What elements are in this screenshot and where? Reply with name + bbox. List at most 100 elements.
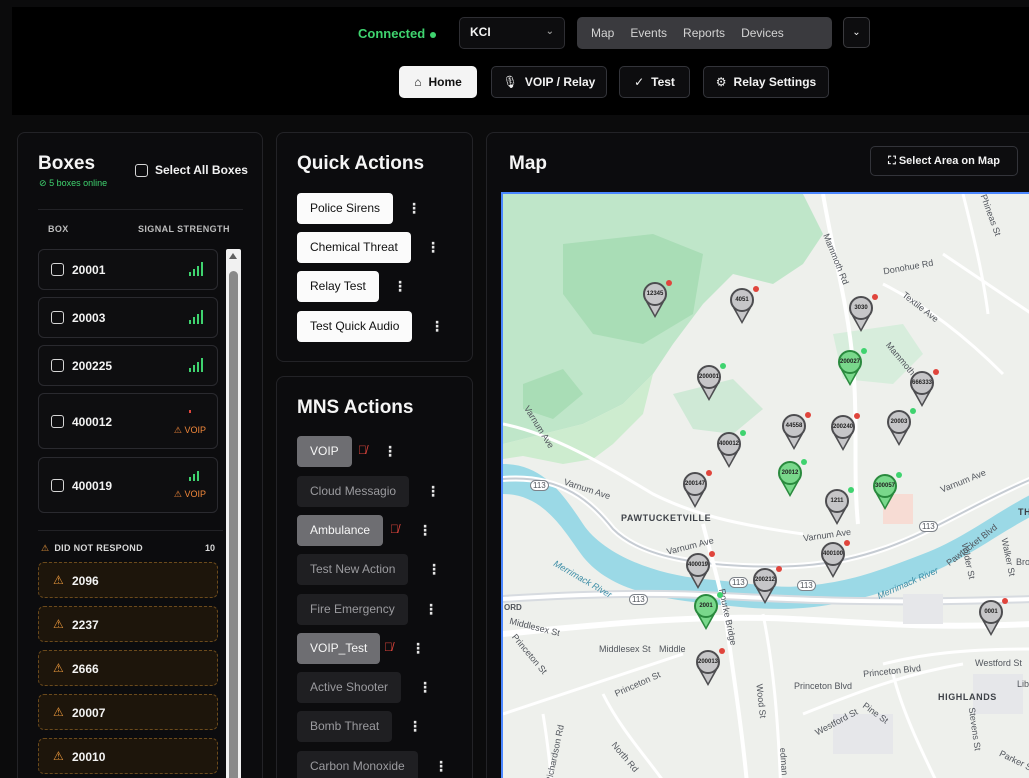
more-options-icon[interactable]: ⋮ — [418, 523, 432, 537]
checkbox-icon[interactable] — [51, 359, 64, 372]
map-pin[interactable]: 12345 — [643, 280, 672, 320]
connection-status-label: Connected — [358, 26, 426, 41]
route-shield: 113 — [729, 577, 748, 588]
warning-icon: ⚠ — [53, 573, 64, 587]
quick-action-police-sirens[interactable]: Police Sirens — [297, 193, 394, 224]
map-label-street: Libe — [1017, 679, 1029, 689]
did-not-respond-row[interactable]: ⚠ 20010 — [38, 738, 218, 774]
map-pin[interactable]: 44558 — [782, 412, 811, 452]
scroll-up-arrow-icon[interactable] — [229, 253, 237, 259]
mns-action-ambulance[interactable]: Ambulance — [297, 515, 384, 546]
more-options-icon[interactable]: ⋮ — [424, 602, 438, 616]
did-not-respond-row[interactable]: ⚠ 2666 — [38, 650, 218, 686]
box-row-400019[interactable]: 400019 ⚠ VOIP — [38, 457, 218, 513]
map-pin[interactable]: 200147 — [683, 470, 712, 510]
mns-action-bomb-threat[interactable]: Bomb Threat — [297, 711, 393, 742]
map-pin[interactable]: 200001 — [697, 363, 726, 403]
relay-settings-button[interactable]: ⚙ Relay Settings — [703, 66, 829, 98]
voip-relay-button[interactable]: 🎙 VOIP / Relay — [491, 66, 607, 98]
tab-map[interactable]: Map — [583, 17, 622, 49]
warning-icon: ⚠ — [53, 749, 64, 763]
test-button[interactable]: ✓ Test — [619, 66, 690, 98]
relay-settings-button-label: Relay Settings — [733, 75, 817, 89]
mns-action-voip-test[interactable]: VOIP_Test — [297, 633, 381, 664]
microphone-muted-icon: 🎙̸ — [358, 443, 367, 457]
checkbox-icon[interactable] — [51, 479, 64, 492]
warning-icon: ⚠ — [53, 617, 64, 631]
more-options-icon[interactable]: ⋮ — [430, 319, 444, 333]
tab-events[interactable]: Events — [622, 17, 675, 49]
location-select[interactable]: KCI ⌄ — [459, 17, 565, 49]
map-pin[interactable]: 400012 — [717, 430, 746, 470]
map-pin-id: 666333 — [910, 371, 934, 395]
quick-action-relay-test[interactable]: Relay Test — [297, 271, 379, 302]
scrollbar[interactable] — [226, 249, 241, 778]
mns-action-cloud-messagio[interactable]: Cloud Messagio — [297, 476, 410, 507]
tab-devices[interactable]: Devices — [733, 17, 792, 49]
box-id: 20001 — [72, 263, 106, 277]
select-all-checkbox[interactable]: Select All Boxes — [135, 163, 248, 177]
box-id: 200225 — [72, 359, 113, 373]
divider — [38, 209, 243, 210]
tab-reports[interactable]: Reports — [675, 17, 733, 49]
scrollbar-thumb[interactable] — [229, 271, 238, 778]
did-not-respond-row[interactable]: ⚠ 2096 — [38, 562, 218, 598]
map-pin[interactable]: 4051 — [730, 286, 759, 326]
checkbox-icon[interactable] — [51, 311, 64, 324]
map-pin-id: 1211 — [825, 489, 849, 513]
home-button[interactable]: ⌂ Home — [399, 66, 477, 98]
map-pin[interactable]: 300057 — [873, 472, 902, 512]
map-pin[interactable]: 200027 — [838, 348, 867, 388]
select-area-label: Select Area on Map — [898, 155, 1000, 167]
map-pin[interactable]: 20012 — [778, 459, 807, 499]
more-options-icon[interactable]: ⋮ — [411, 641, 425, 655]
map-pin[interactable]: 20003 — [887, 408, 916, 448]
select-area-button[interactable]: ⛶ Select Area on Map — [870, 146, 1018, 176]
more-options-icon[interactable]: ⋮ — [408, 719, 422, 733]
map-pin[interactable]: 400019 — [686, 551, 715, 591]
map-pin[interactable]: 200240 — [831, 413, 860, 453]
map-pin-id: 200147 — [683, 472, 707, 496]
map-pin[interactable]: 2001 — [694, 592, 723, 632]
checkbox-icon[interactable] — [51, 415, 64, 428]
nav-more-button[interactable]: ⌄ — [843, 17, 870, 48]
checkbox-icon[interactable] — [51, 263, 64, 276]
more-options-icon[interactable]: ⋮ — [434, 759, 448, 773]
warning-icon: ⚠ — [173, 489, 182, 499]
map-pin[interactable]: 400100 — [821, 540, 850, 580]
map-pin-id: 200027 — [838, 350, 862, 374]
map-label-neighborhood: PAWTUCKETVILLE — [621, 513, 712, 523]
did-not-respond-row[interactable]: ⚠ 20007 — [38, 694, 218, 730]
more-options-icon[interactable]: ⋮ — [407, 201, 421, 215]
quick-action-chemical-threat[interactable]: Chemical Threat — [297, 232, 411, 263]
more-options-icon[interactable]: ⋮ — [418, 680, 432, 694]
mns-action-fire-emergency[interactable]: Fire Emergency — [297, 594, 408, 625]
voip-warning: ⚠ VOIP — [174, 425, 206, 436]
more-options-icon[interactable]: ⋮ — [383, 444, 397, 458]
map-pin-id: 300057 — [873, 474, 897, 498]
box-row-400012[interactable]: 400012 ⚠ VOIP — [38, 393, 218, 449]
mns-action-active-shooter[interactable]: Active Shooter — [297, 672, 402, 703]
map-pin[interactable]: 200013 — [696, 648, 725, 688]
map-view[interactable]: Phineas St Mammoth Rd Donohue Rd Textile… — [501, 192, 1029, 778]
did-not-respond-row[interactable]: ⚠ 2237 — [38, 606, 218, 642]
map-pin[interactable]: 200212 — [753, 566, 782, 606]
map-pin[interactable]: 3030 — [849, 294, 878, 334]
select-all-label: Select All Boxes — [155, 163, 248, 177]
mns-action-test-new-action[interactable]: Test New Action — [297, 554, 409, 585]
more-options-icon[interactable]: ⋮ — [427, 562, 441, 576]
box-row-20001[interactable]: 20001 — [38, 249, 218, 290]
more-options-icon[interactable]: ⋮ — [426, 484, 440, 498]
mns-action-voip[interactable]: VOIP — [297, 436, 352, 467]
map-pin-id: 200001 — [697, 365, 721, 389]
more-options-icon[interactable]: ⋮ — [393, 279, 407, 293]
map-pin[interactable]: 666333 — [910, 369, 939, 409]
more-options-icon[interactable]: ⋮ — [426, 240, 440, 254]
map-pin[interactable]: 1211 — [825, 487, 854, 527]
map-pin[interactable]: 0001 — [979, 598, 1008, 638]
box-row-200225[interactable]: 200225 — [38, 345, 218, 386]
box-row-20003[interactable]: 20003 — [38, 297, 218, 338]
mns-action-carbon-monoxide[interactable]: Carbon Monoxide — [297, 751, 418, 778]
quick-action-test-quick-audio[interactable]: Test Quick Audio — [297, 311, 413, 342]
box-id: 400012 — [72, 415, 113, 429]
